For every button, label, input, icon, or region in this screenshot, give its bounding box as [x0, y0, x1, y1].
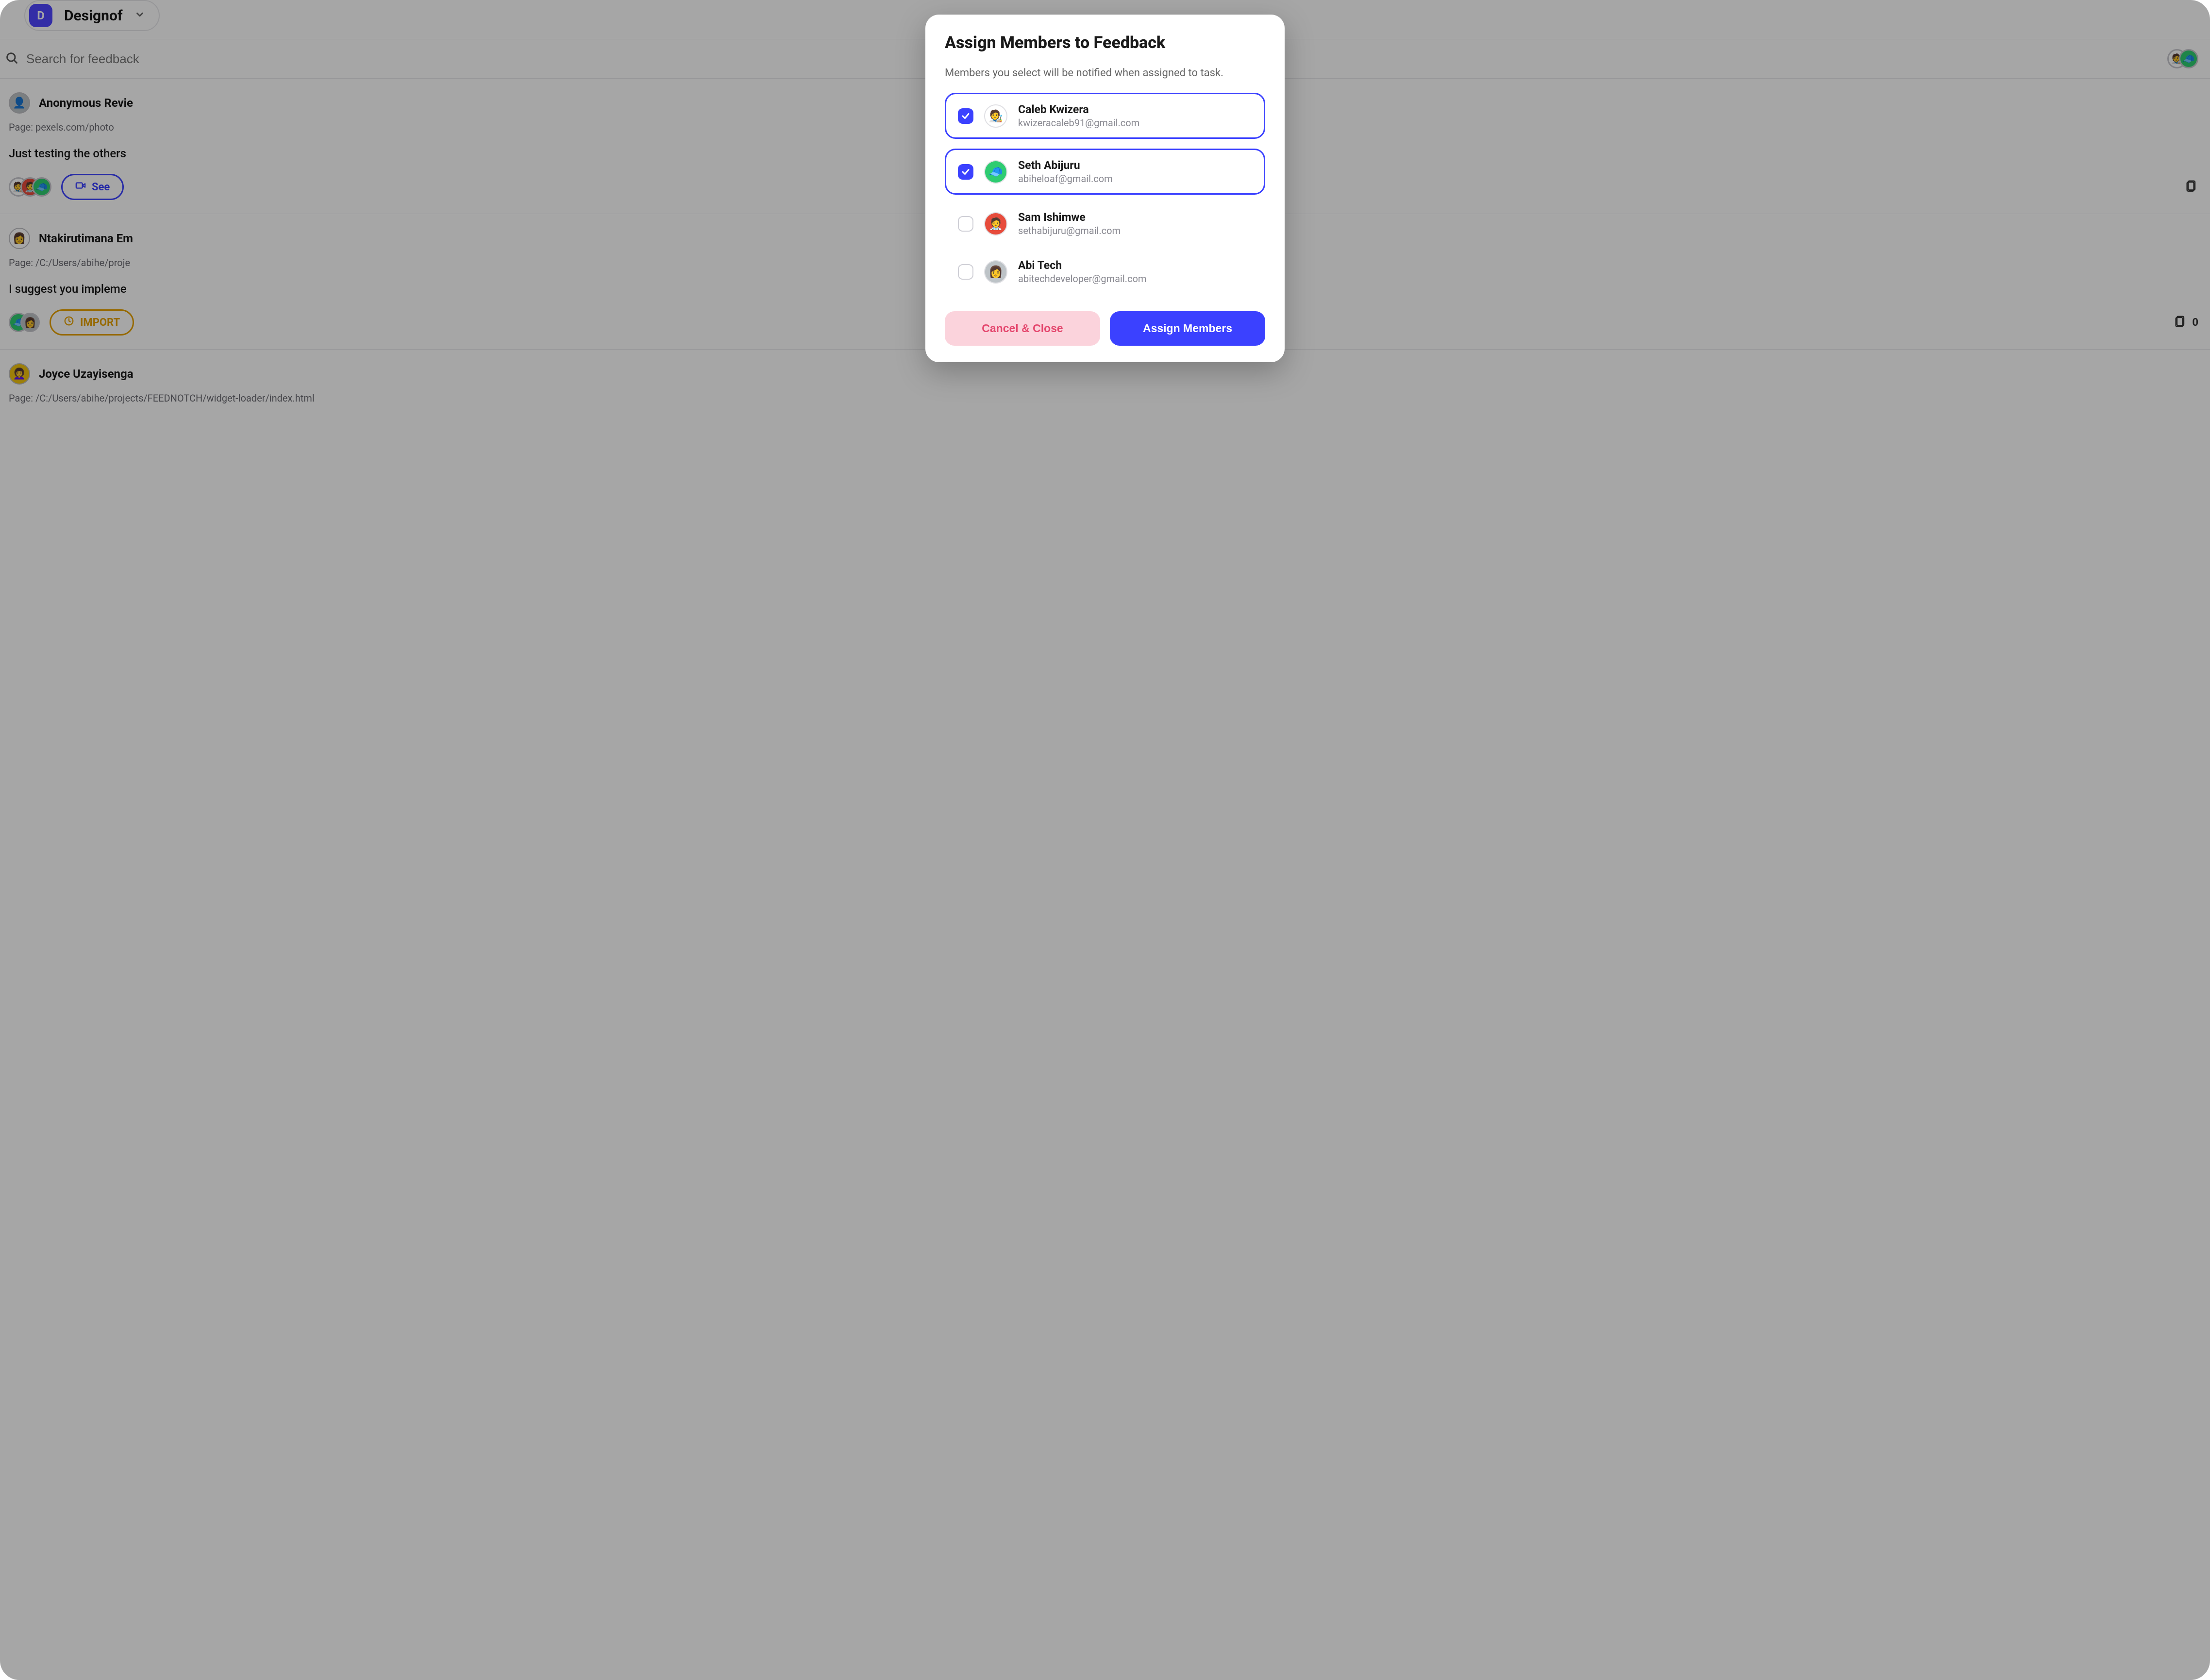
- modal-wrapper: Assign Members to Feedback Members you s…: [0, 0, 2210, 1680]
- assign-button[interactable]: Assign Members: [1110, 311, 1265, 346]
- avatar: 👩: [984, 260, 1007, 284]
- member-name: Abi Tech: [1018, 259, 1146, 272]
- member-row[interactable]: 🧢 Seth Abijuru abiheloaf@gmail.com: [945, 149, 1265, 195]
- avatar: 🧑‍⚕️: [984, 212, 1007, 235]
- member-name: Seth Abijuru: [1018, 159, 1113, 172]
- avatar: 🧢: [984, 160, 1007, 184]
- checkbox-unchecked-icon[interactable]: [958, 216, 973, 232]
- member-row[interactable]: 👩 Abi Tech abitechdeveloper@gmail.com: [945, 252, 1265, 291]
- checkbox-checked-icon[interactable]: [958, 164, 973, 180]
- member-email: abiheloaf@gmail.com: [1018, 173, 1113, 185]
- avatar: 🧑‍🎨: [984, 104, 1007, 128]
- member-email: sethabijuru@gmail.com: [1018, 225, 1121, 236]
- member-row[interactable]: 🧑‍🎨 Caleb Kwizera kwizeracaleb91@gmail.c…: [945, 93, 1265, 139]
- modal-subtitle: Members you select will be notified when…: [945, 67, 1265, 79]
- member-list: 🧑‍🎨 Caleb Kwizera kwizeracaleb91@gmail.c…: [945, 93, 1265, 291]
- member-name: Sam Ishimwe: [1018, 211, 1121, 224]
- member-row[interactable]: 🧑‍⚕️ Sam Ishimwe sethabijuru@gmail.com: [945, 204, 1265, 243]
- checkbox-checked-icon[interactable]: [958, 108, 973, 124]
- member-name: Caleb Kwizera: [1018, 103, 1139, 116]
- modal-actions: Cancel & Close Assign Members: [945, 311, 1265, 346]
- member-email: abitechdeveloper@gmail.com: [1018, 273, 1146, 285]
- checkbox-unchecked-icon[interactable]: [958, 264, 973, 280]
- cancel-button[interactable]: Cancel & Close: [945, 311, 1100, 346]
- member-email: kwizeracaleb91@gmail.com: [1018, 117, 1139, 129]
- assign-members-modal: Assign Members to Feedback Members you s…: [925, 15, 1285, 362]
- modal-title: Assign Members to Feedback: [945, 33, 1265, 52]
